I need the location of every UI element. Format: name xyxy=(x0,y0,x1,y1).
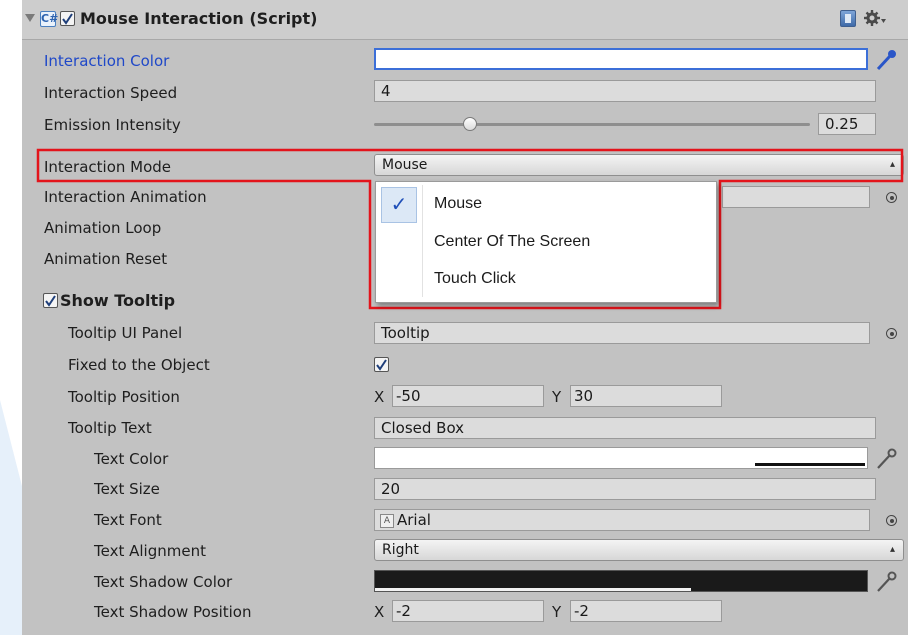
text-alignment-dropdown[interactable]: Right ▴ xyxy=(374,539,904,561)
font-asset-icon: A xyxy=(380,514,394,528)
collapse-arrow-icon[interactable] xyxy=(24,13,36,23)
updown-arrow-icon: ▴ xyxy=(889,159,895,170)
object-picker-icon[interactable] xyxy=(886,328,897,339)
emission-intensity-input[interactable]: 0.25 xyxy=(818,113,876,135)
interaction-mode-label: Interaction Mode xyxy=(44,158,172,176)
tooltip-text-input[interactable]: Closed Box xyxy=(374,417,876,439)
text-shadow-color-swatch[interactable] xyxy=(374,570,868,592)
interaction-mode-dropdown[interactable]: Mouse ▴ xyxy=(374,154,904,176)
tooltip-position-x-input[interactable]: -50 xyxy=(392,385,544,407)
tooltip-ui-panel-field[interactable]: Tooltip xyxy=(374,322,870,344)
text-color-label: Text Color xyxy=(94,450,169,468)
eyedropper-icon[interactable] xyxy=(874,570,898,594)
alpha-bar xyxy=(755,463,865,466)
tooltip-position-label: Tooltip Position xyxy=(68,388,180,406)
emission-intensity-label: Emission Intensity xyxy=(44,116,181,134)
interaction-mode-value: Mouse xyxy=(382,157,428,173)
text-shadow-position-label: Text Shadow Position xyxy=(94,603,252,621)
text-alignment-label: Text Alignment xyxy=(94,542,206,560)
interaction-speed-input[interactable]: 4 xyxy=(374,80,876,102)
text-font-field[interactable]: A Arial xyxy=(374,509,870,531)
text-shadow-position-y-label: Y xyxy=(552,603,562,621)
animation-reset-label: Animation Reset xyxy=(44,250,168,268)
interaction-color-swatch[interactable] xyxy=(374,48,868,70)
text-color-swatch[interactable] xyxy=(374,447,868,469)
check-icon xyxy=(45,295,56,307)
object-picker-icon[interactable] xyxy=(886,192,897,203)
text-size-label: Text Size xyxy=(94,480,160,498)
gear-icon[interactable] xyxy=(864,9,886,27)
emission-intensity-slider-thumb[interactable] xyxy=(462,117,477,131)
interaction-speed-label: Interaction Speed xyxy=(44,84,178,102)
alpha-bar xyxy=(375,588,691,591)
tooltip-text-label: Tooltip Text xyxy=(68,419,152,437)
object-picker-icon[interactable] xyxy=(886,515,897,526)
show-tooltip-label: Show Tooltip xyxy=(60,291,176,310)
check-icon xyxy=(376,359,387,371)
component-header: C# Mouse Interaction (Script) xyxy=(22,0,908,40)
component-title: Mouse Interaction (Script) xyxy=(80,9,318,28)
text-shadow-position-x-label: X xyxy=(374,603,385,621)
emission-intensity-slider-track[interactable] xyxy=(374,123,810,126)
menu-item-mouse[interactable]: Mouse xyxy=(434,195,482,213)
interaction-animation-field[interactable] xyxy=(722,186,870,208)
component-enabled-checkbox[interactable] xyxy=(60,11,75,26)
updown-arrow-icon: ▴ xyxy=(889,544,895,555)
menu-item-center-of-screen[interactable]: Center Of The Screen xyxy=(434,233,590,251)
fixed-to-object-label: Fixed to the Object xyxy=(68,356,210,374)
animation-loop-label: Animation Loop xyxy=(44,219,162,237)
text-alignment-value: Right xyxy=(382,542,419,558)
inspector-panel: C# Mouse Interaction (Script) Interactio… xyxy=(22,0,908,635)
interaction-mode-menu: ✓ Mouse Center Of The Screen Touch Click xyxy=(375,181,717,303)
tooltip-ui-panel-label: Tooltip UI Panel xyxy=(68,324,183,342)
text-font-value: Arial xyxy=(397,511,431,529)
script-icon: C# xyxy=(40,11,59,27)
show-tooltip-checkbox[interactable] xyxy=(43,293,58,308)
text-shadow-color-label: Text Shadow Color xyxy=(94,573,233,591)
text-shadow-position-y-input[interactable]: -2 xyxy=(570,600,722,622)
text-size-input[interactable]: 20 xyxy=(374,478,876,500)
text-font-label: Text Font xyxy=(94,511,162,529)
menu-separator xyxy=(422,185,423,297)
interaction-color-label: Interaction Color xyxy=(44,52,170,70)
help-book-icon[interactable] xyxy=(840,10,856,27)
check-icon xyxy=(62,13,73,25)
tooltip-position-x-label: X xyxy=(374,388,385,406)
text-shadow-position-x-input[interactable]: -2 xyxy=(392,600,544,622)
eyedropper-icon[interactable] xyxy=(874,447,898,471)
menu-item-touch-click[interactable]: Touch Click xyxy=(434,270,516,288)
fixed-to-object-checkbox[interactable] xyxy=(374,357,389,372)
eyedropper-icon[interactable] xyxy=(874,48,898,72)
tooltip-position-y-label: Y xyxy=(552,388,562,406)
interaction-animation-label: Interaction Animation xyxy=(44,188,207,206)
tooltip-position-y-input[interactable]: 30 xyxy=(570,385,722,407)
selected-check-icon: ✓ xyxy=(381,187,417,223)
